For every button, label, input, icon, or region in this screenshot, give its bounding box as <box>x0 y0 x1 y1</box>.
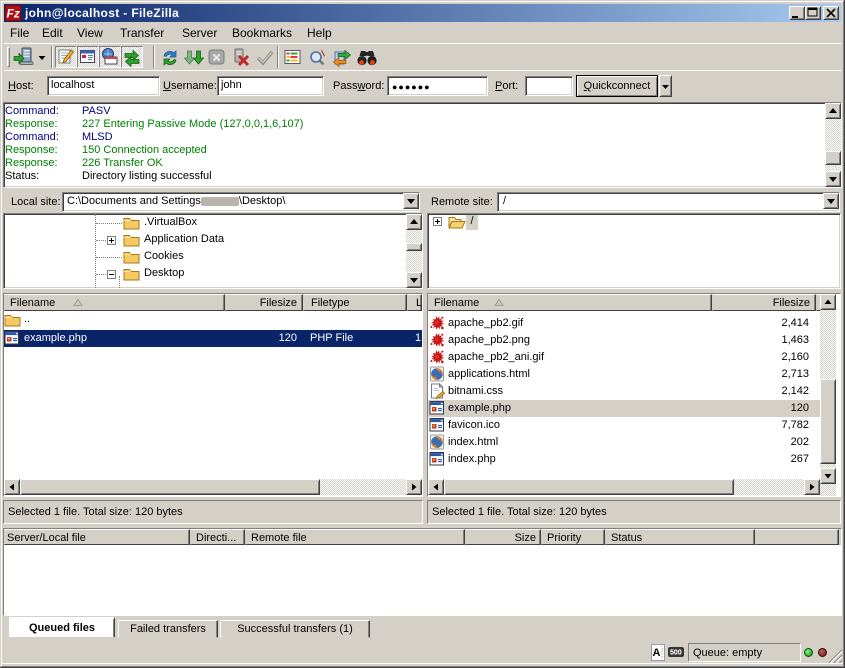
svg-text:500: 500 <box>670 650 682 657</box>
svg-text:Fz: Fz <box>7 7 20 21</box>
svg-text:A: A <box>653 647 661 659</box>
